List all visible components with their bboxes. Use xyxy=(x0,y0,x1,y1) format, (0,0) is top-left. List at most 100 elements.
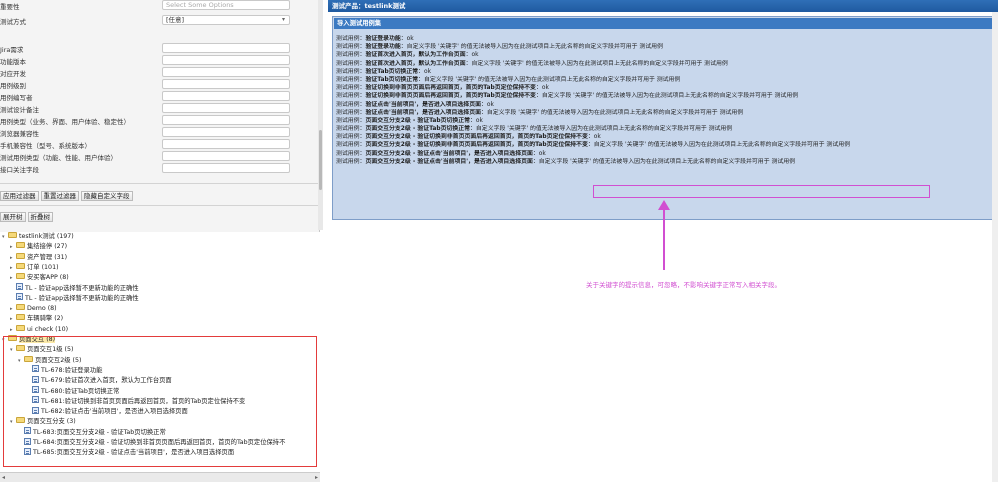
result-message: ：自定义字段 '关键字' 的值无法被导入因为在此测试项目上无此名称的自定义字段并… xyxy=(587,142,850,149)
testcase-name: 验证Tab页切换正常 xyxy=(365,76,419,83)
filter-input[interactable] xyxy=(162,43,290,53)
filter-input[interactable] xyxy=(162,103,290,113)
filter-select[interactable]: [任意] ▾ xyxy=(162,15,290,25)
tree-folder-node[interactable]: ▸ ui check (10) xyxy=(10,324,68,335)
tree-node-label[interactable]: 车辆骑擎 (2) xyxy=(27,315,63,322)
tree-node-label[interactable]: testlink测试 (197) xyxy=(19,233,74,240)
tree-node-label[interactable]: 安买客APP (8) xyxy=(27,274,69,281)
result-message: ：ok xyxy=(480,101,494,108)
scrollbar-thumb[interactable] xyxy=(319,130,322,190)
tree-folder-node[interactable]: ▸ 订单 (101) xyxy=(10,262,59,273)
filter-field-label: 用例编写者 xyxy=(0,94,33,102)
tree-testcase-node[interactable]: TL - 验证app选择暂不更新功能的正确性 xyxy=(10,283,139,294)
tree-folder-node[interactable]: ▸ Demo (8) xyxy=(10,304,57,314)
testcase-name: 页面交互分支2级 - 验证切换到非首页页面后再返回首页，首页的Tab页定位保持不… xyxy=(365,134,588,141)
tree-node-label[interactable]: Demo (8) xyxy=(27,305,57,312)
result-prefix: 测试用例： xyxy=(336,60,366,67)
result-message: ：自定义字段 '关键字' 的值无法被导入因为在此测试项目上无此名称的自定义字段并… xyxy=(480,109,744,116)
result-prefix: 测试用例： xyxy=(336,85,366,92)
content-scrollbar[interactable] xyxy=(992,12,998,482)
filter-input[interactable] xyxy=(162,91,290,101)
filter-field-label: 手机兼容性（型号、系统版本） xyxy=(0,142,91,150)
tree-node-label[interactable]: 订单 (101) xyxy=(27,264,59,271)
filter-field-row: 接口关注字段 xyxy=(0,163,300,174)
result-prefix: 测试用例： xyxy=(336,134,366,141)
collapse-tree-button[interactable]: 折叠树 xyxy=(27,212,53,222)
tree-folder-node[interactable]: ▸ 资产管理 (31) xyxy=(10,252,67,263)
result-message: ：ok xyxy=(532,150,546,157)
result-prefix: 测试用例： xyxy=(336,76,366,83)
filter-input[interactable] xyxy=(162,79,290,89)
result-prefix: 测试用例： xyxy=(336,126,366,133)
result-message: ：ok xyxy=(465,52,479,59)
filter-input[interactable] xyxy=(162,67,290,77)
tree-node-label[interactable]: TL - 验证app选择暂不更新功能的正确性 xyxy=(25,295,139,302)
result-line: 测试用例：页面交互分支2级 - 验证切换到非首页页面后再返回首页，首页的Tab页… xyxy=(336,141,994,149)
horizontal-scrollbar[interactable]: ◂ ▸ xyxy=(0,472,320,482)
filter-field-label: 浏览器兼容性 xyxy=(0,130,39,138)
result-line: 测试用例：页面交互分支2级 - 验证点击'当前项目'，是否进入项目选择页面：ok xyxy=(336,150,994,158)
result-prefix: 测试用例： xyxy=(336,117,366,124)
result-line: 测试用例：验证点击'当前项目'，是否进入项目选择页面：ok xyxy=(336,101,994,109)
folder-icon xyxy=(16,262,25,269)
folder-icon xyxy=(8,232,17,238)
testcase-name: 页面交互分支2级 - 验证Tab页切换正常 xyxy=(365,117,471,124)
testcase-name: 页面交互分支2级 - 验证Tab页切换正常 xyxy=(365,126,471,133)
filter-input[interactable] xyxy=(162,115,290,125)
result-prefix: 测试用例： xyxy=(336,158,366,165)
tree-folder-node[interactable]: ▾ testlink测试 (197) xyxy=(2,232,74,242)
apply-filter-button[interactable]: 应用过滤器 xyxy=(0,191,39,201)
filter-scrollbar[interactable] xyxy=(318,0,323,230)
result-line: 测试用例：验证登录功能：ok xyxy=(336,35,994,43)
filter-field-row: 重要性 Select Some Options xyxy=(0,0,300,11)
folder-icon xyxy=(16,252,25,259)
result-line: 测试用例：验证切换到非首页页面后再返回首页，首页的Tab页定位保持不变：ok xyxy=(336,84,994,92)
result-prefix: 测试用例： xyxy=(336,150,366,157)
testcase-name: 验证登录功能 xyxy=(365,36,401,42)
result-prefix: 测试用例： xyxy=(336,142,366,149)
chevron-down-icon[interactable]: ▾ xyxy=(282,16,285,24)
filter-input[interactable] xyxy=(162,139,290,149)
filter-field-label: 重要性 xyxy=(0,3,20,11)
filter-input[interactable] xyxy=(162,151,290,161)
folder-icon xyxy=(16,324,25,331)
testcase-name: 验证点击'当前项目'，是否进入项目选择页面 xyxy=(365,101,481,108)
filter-input[interactable] xyxy=(162,163,290,173)
result-message: ：自定义字段 '关键字' 的值无法被导入因为在此测试项目上无此名称的自定义字段并… xyxy=(470,126,733,133)
reset-filter-button[interactable]: 重置过滤器 xyxy=(40,191,79,201)
tree-testcase-node[interactable]: TL - 验证app选择暂不更新功能的正确性 xyxy=(10,293,139,304)
tree-node-label[interactable]: 资产管理 (31) xyxy=(27,254,67,261)
tree-folder-node[interactable]: ▸ 车辆骑擎 (2) xyxy=(10,314,63,324)
folder-icon xyxy=(16,273,25,280)
tree-folder-node[interactable]: ▸ 集结接停 (27) xyxy=(10,242,67,252)
result-message: ：自定义字段 '关键字' 的值无法被导入因为在此测试项目上无此名称的自定义字段并… xyxy=(418,76,681,83)
filter-button-row: 应用过滤器 重置过滤器 隐藏自定义字段 xyxy=(0,191,135,201)
filter-field-label: 用例级别 xyxy=(0,82,26,90)
filter-input[interactable] xyxy=(162,55,290,65)
filter-field-row: 浏览器兼容性 xyxy=(0,127,300,138)
filter-field-row: 用例编写者 xyxy=(0,91,300,102)
filter-field-label: 用例类型（业务、界面、用户体验、稳定性） xyxy=(0,118,130,126)
hide-custom-fields-button[interactable]: 隐藏自定义字段 xyxy=(81,191,133,201)
highlight-box xyxy=(3,336,317,467)
filter-input[interactable] xyxy=(162,127,290,137)
tree-folder-node[interactable]: ▸ 安买客APP (8) xyxy=(10,273,69,283)
scroll-right-icon[interactable]: ▸ xyxy=(315,474,318,481)
filter-field-label: 测试设计备注 xyxy=(0,106,39,114)
tree-node-label[interactable]: ui check (10) xyxy=(27,326,68,333)
tree-button-row: 展开树 折叠树 xyxy=(0,212,55,222)
filter-field-row: 手机兼容性（型号、系统版本） xyxy=(0,139,300,150)
filter-field-label: 测试方式 xyxy=(0,18,26,26)
expand-tree-button[interactable]: 展开树 xyxy=(0,212,26,222)
annotation-box xyxy=(593,185,930,198)
scroll-left-icon[interactable]: ◂ xyxy=(2,474,5,481)
tree-node-label[interactable]: 集结接停 (27) xyxy=(27,243,67,250)
testcase-name: 验证点击'当前项目'，是否进入项目选择页面 xyxy=(365,109,481,116)
result-message: ：ok xyxy=(470,117,483,124)
tree-node-label[interactable]: TL - 验证app选择暂不更新功能的正确性 xyxy=(25,285,139,292)
filter-input[interactable]: Select Some Options xyxy=(162,0,290,10)
result-line: 测试用例：验证Tab页切换正常：自定义字段 '关键字' 的值无法被导入因为在此测… xyxy=(336,76,994,84)
testcase-name: 验证首次进入首页，默认为工作台页面 xyxy=(365,60,466,67)
field-value: [任意] xyxy=(166,16,185,24)
result-prefix: 测试用例： xyxy=(336,109,366,116)
